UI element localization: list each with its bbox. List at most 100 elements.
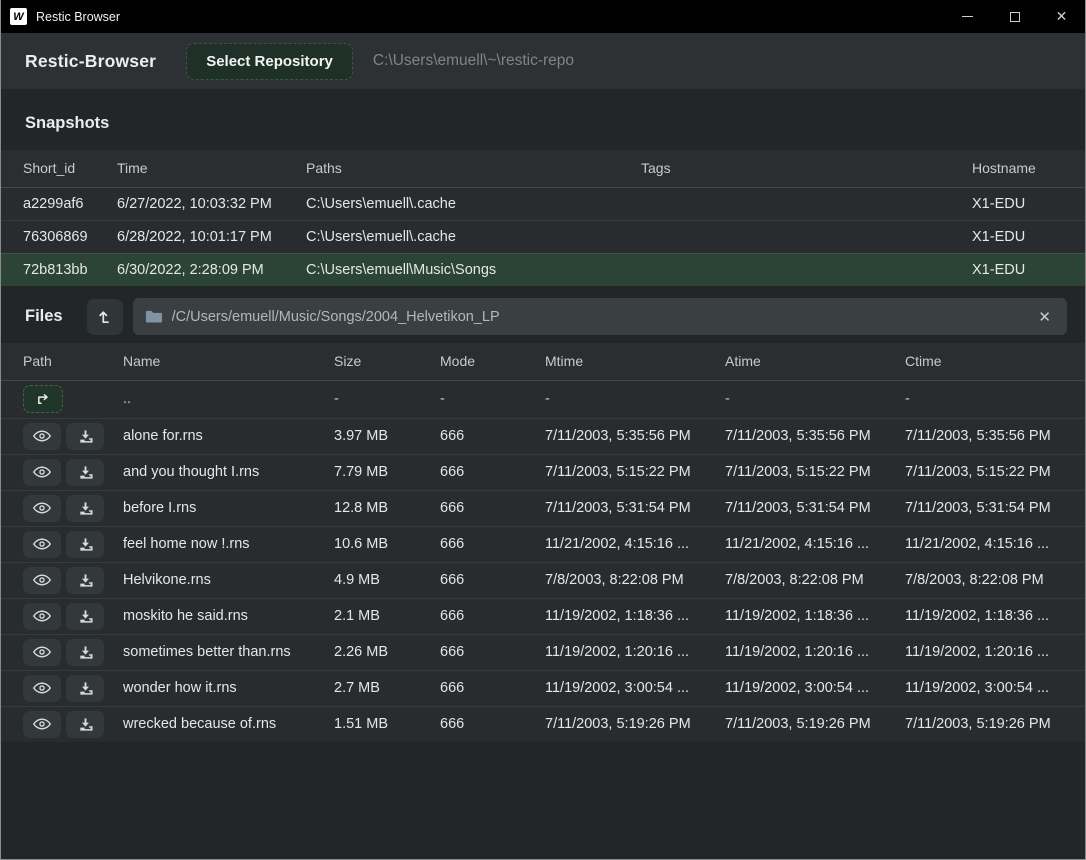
up-arrow-icon: [97, 309, 113, 325]
file-size: 3.97 MB: [334, 418, 440, 454]
snapshot-row[interactable]: 76306869 6/28/2022, 10:01:17 PM C:\Users…: [1, 220, 1085, 253]
col-mode: Mode: [440, 343, 545, 380]
download-file-button[interactable]: [66, 531, 104, 558]
file-size: 2.7 MB: [334, 670, 440, 706]
minimize-icon: [962, 16, 973, 17]
parent-directory-button[interactable]: [87, 299, 123, 335]
file-name: Helvikone.rns: [123, 562, 334, 598]
file-mtime: 11/19/2002, 1:20:16 ...: [545, 634, 725, 670]
col-mtime: Mtime: [545, 343, 725, 380]
download-icon: [78, 501, 93, 516]
eye-icon: [32, 681, 52, 695]
path-bar: ✕: [133, 298, 1067, 335]
preview-file-button[interactable]: [23, 603, 61, 630]
snapshot-paths: C:\Users\emuell\Music\Songs: [306, 253, 641, 286]
eye-icon: [32, 573, 52, 587]
files-table: Path Name Size Mode Mtime Atime Ctime: [1, 343, 1085, 742]
file-ctime: 7/11/2003, 5:31:54 PM: [905, 490, 1085, 526]
file-mode: 666: [440, 418, 545, 454]
col-hostname: Hostname: [972, 150, 1085, 187]
file-row: alone for.rns 3.97 MB 666 7/11/2003, 5:3…: [1, 418, 1085, 454]
col-path: Path: [1, 343, 123, 380]
col-tags: Tags: [641, 150, 972, 187]
preview-file-button[interactable]: [23, 495, 61, 522]
file-name: wonder how it.rns: [123, 670, 334, 706]
download-file-button[interactable]: [66, 423, 104, 450]
col-atime: Atime: [725, 343, 905, 380]
file-mtime: 7/11/2003, 5:31:54 PM: [545, 490, 725, 526]
window-controls: ✕: [944, 0, 1085, 33]
titlebar: W Restic Browser ✕: [1, 0, 1085, 33]
file-ctime: 7/11/2003, 5:35:56 PM: [905, 418, 1085, 454]
close-icon: ✕: [1056, 8, 1068, 25]
file-row: before I.rns 12.8 MB 666 7/11/2003, 5:31…: [1, 490, 1085, 526]
preview-file-button[interactable]: [23, 459, 61, 486]
eye-icon: [32, 609, 52, 623]
download-file-button[interactable]: [66, 567, 104, 594]
file-row: wonder how it.rns 2.7 MB 666 11/19/2002,…: [1, 670, 1085, 706]
file-ctime: 11/19/2002, 1:18:36 ...: [905, 598, 1085, 634]
file-size: 4.9 MB: [334, 562, 440, 598]
file-ctime: 7/8/2003, 8:22:08 PM: [905, 562, 1085, 598]
file-atime: -: [725, 380, 905, 418]
download-file-button[interactable]: [66, 603, 104, 630]
preview-file-button[interactable]: [23, 423, 61, 450]
file-mode: -: [440, 380, 545, 418]
download-icon: [78, 681, 93, 696]
maximize-button[interactable]: [991, 0, 1038, 33]
file-size: 1.51 MB: [334, 706, 440, 742]
eye-icon: [32, 717, 52, 731]
clear-path-button[interactable]: ✕: [1034, 306, 1055, 328]
snapshot-short-id: a2299af6: [1, 187, 117, 220]
minimize-button[interactable]: [944, 0, 991, 33]
eye-icon: [32, 465, 52, 479]
file-name: feel home now !.rns: [123, 526, 334, 562]
close-button[interactable]: ✕: [1038, 0, 1085, 33]
snapshot-time: 6/28/2022, 10:01:17 PM: [117, 220, 306, 253]
download-file-button[interactable]: [66, 711, 104, 738]
snapshot-paths: C:\Users\emuell\.cache: [306, 187, 641, 220]
file-atime: 7/11/2003, 5:31:54 PM: [725, 490, 905, 526]
file-mtime: 7/11/2003, 5:35:56 PM: [545, 418, 725, 454]
select-repository-button[interactable]: Select Repository: [186, 43, 353, 80]
file-mode: 666: [440, 706, 545, 742]
file-atime: 11/19/2002, 3:00:54 ...: [725, 670, 905, 706]
open-parent-button[interactable]: [23, 385, 63, 413]
file-ctime: 11/21/2002, 4:15:16 ...: [905, 526, 1085, 562]
file-mtime: 7/8/2003, 8:22:08 PM: [545, 562, 725, 598]
download-file-button[interactable]: [66, 495, 104, 522]
download-file-button[interactable]: [66, 675, 104, 702]
close-icon: ✕: [1038, 309, 1051, 326]
snapshots-header-row: Short_id Time Paths Tags Hostname: [1, 150, 1085, 187]
preview-file-button[interactable]: [23, 711, 61, 738]
download-file-button[interactable]: [66, 639, 104, 666]
file-mtime: 11/19/2002, 1:18:36 ...: [545, 598, 725, 634]
file-mode: 666: [440, 490, 545, 526]
snapshot-short-id: 72b813bb: [1, 253, 117, 286]
snapshot-tags: [641, 220, 972, 253]
file-row: and you thought I.rns 7.79 MB 666 7/11/2…: [1, 454, 1085, 490]
file-name: before I.rns: [123, 490, 334, 526]
file-name: and you thought I.rns: [123, 454, 334, 490]
file-size: 10.6 MB: [334, 526, 440, 562]
preview-file-button[interactable]: [23, 639, 61, 666]
path-input[interactable]: [172, 309, 1035, 325]
download-file-button[interactable]: [66, 459, 104, 486]
app-title: Restic-Browser: [25, 51, 156, 72]
snapshot-row[interactable]: a2299af6 6/27/2022, 10:03:32 PM C:\Users…: [1, 187, 1085, 220]
preview-file-button[interactable]: [23, 567, 61, 594]
file-ctime: 11/19/2002, 1:20:16 ...: [905, 634, 1085, 670]
snapshot-time: 6/30/2022, 2:28:09 PM: [117, 253, 306, 286]
snapshot-short-id: 76306869: [1, 220, 117, 253]
folder-icon: [145, 309, 163, 324]
file-ctime: 7/11/2003, 5:15:22 PM: [905, 454, 1085, 490]
snapshot-hostname: X1-EDU: [972, 187, 1085, 220]
parent-directory-row: .. - - - - -: [1, 380, 1085, 418]
file-ctime: 11/19/2002, 3:00:54 ...: [905, 670, 1085, 706]
preview-file-button[interactable]: [23, 675, 61, 702]
snapshot-row-selected[interactable]: 72b813bb 6/30/2022, 2:28:09 PM C:\Users\…: [1, 253, 1085, 286]
file-atime: 11/19/2002, 1:20:16 ...: [725, 634, 905, 670]
preview-file-button[interactable]: [23, 531, 61, 558]
file-atime: 7/8/2003, 8:22:08 PM: [725, 562, 905, 598]
snapshot-time: 6/27/2022, 10:03:32 PM: [117, 187, 306, 220]
